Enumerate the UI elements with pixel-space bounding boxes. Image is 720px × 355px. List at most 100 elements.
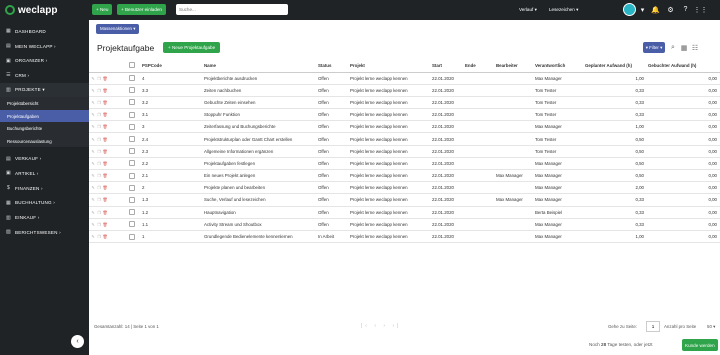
collapse-sidebar-button[interactable]: ‹ xyxy=(71,335,84,348)
header-projekt[interactable]: Projekt xyxy=(349,59,431,73)
delete-icon[interactable]: 🗑 xyxy=(102,137,108,142)
row-checkbox[interactable] xyxy=(129,233,135,240)
select-all-checkbox[interactable] xyxy=(129,62,135,69)
table-row[interactable]: ✎ ❐ 🗑 2.3 Allgemeine Informationen ergänzen O… xyxy=(89,145,720,158)
table-row[interactable]: ✎ ❐ 🗑 1.3 Suche, Verlauf und lesezeichen Offe… xyxy=(89,193,720,207)
cell-projekt[interactable]: Projekt lerne weclapp kennen xyxy=(349,218,431,231)
table-row[interactable]: ✎ ❐ 🗑 2 Projekte planen und bearbeiten Offen P… xyxy=(89,181,720,195)
row-checkbox[interactable] xyxy=(129,209,135,216)
row-checkbox[interactable] xyxy=(129,148,135,155)
global-search-input[interactable] xyxy=(176,4,288,15)
cell-projekt[interactable]: Projekt lerne weclapp kennen xyxy=(349,108,431,122)
table-row[interactable]: ✎ ❐ 🗑 3.2 Gebuchte Zeiten einsehen Offen Proje… xyxy=(89,96,720,110)
cell-projekt[interactable]: Projekt lerne weclapp kennen xyxy=(349,84,431,97)
invite-user-button[interactable]: + Benutzer einladen xyxy=(117,4,166,15)
filter-button[interactable]: ▾ Filter ▾ xyxy=(643,42,665,53)
cell-name[interactable]: Projekte planen und bearbeiten xyxy=(203,181,317,195)
delete-icon[interactable]: 🗑 xyxy=(102,100,108,105)
cell-name[interactable]: Projektberichte ausdrucken xyxy=(203,72,317,85)
sidebar-subitem-projektuebersicht[interactable]: Projektübersicht xyxy=(0,97,89,110)
table-row[interactable]: ✎ ❐ 🗑 2.4 Projektstrukturplan oder Gantt Cha… xyxy=(89,132,720,146)
cell-projekt[interactable]: Projekt lerne weclapp kennen xyxy=(349,96,431,110)
table-row[interactable]: ✎ ❐ 🗑 2.1 Ein neues Projekt anlegen Offen Proj… xyxy=(89,169,720,183)
row-checkbox[interactable] xyxy=(129,87,135,94)
sidebar-subitem-projektaufgaben[interactable]: Projektaufgaben xyxy=(0,109,89,123)
cell-projekt[interactable]: Projekt lerne weclapp kennen xyxy=(349,230,431,244)
help-icon[interactable]: ? xyxy=(680,4,691,15)
sidebar-subitem-ressourcenauslastung[interactable]: Ressourcenauslastung xyxy=(0,134,89,148)
new-project-task-button[interactable]: + Neue Projektaufgabe xyxy=(163,42,221,53)
row-checkbox[interactable] xyxy=(129,111,135,118)
sidebar-item-berichtswesen[interactable]: ▧ BERICHTSWESEN › xyxy=(0,225,89,240)
sidebar-item-verkauf[interactable]: ▤ VERKAUF › xyxy=(0,151,89,166)
delete-icon[interactable]: 🗑 xyxy=(102,210,108,215)
become-customer-button[interactable]: Kunde werden xyxy=(682,339,718,351)
row-checkbox[interactable] xyxy=(129,172,135,179)
cell-projekt[interactable]: Projekt lerne weclapp kennen xyxy=(349,120,431,134)
cell-name[interactable]: Stoppuhr Funktion xyxy=(203,108,317,122)
cell-projekt[interactable]: Projekt lerne weclapp kennen xyxy=(349,72,431,85)
row-checkbox[interactable] xyxy=(129,75,135,82)
columns-icon[interactable]: ☷ xyxy=(690,42,700,53)
cell-projekt[interactable]: Projekt lerne weclapp kennen xyxy=(349,145,431,158)
sidebar-item-organizer[interactable]: ▣ ORGANIZER › xyxy=(0,53,89,68)
cell-name[interactable]: Gebuchte Zeiten einsehen xyxy=(203,96,317,110)
table-row[interactable]: ✎ ❐ 🗑 4 Projektberichte ausdrucken Offen Proje… xyxy=(89,72,720,85)
cell-name[interactable]: Projektaufgaben festlegen xyxy=(203,157,317,171)
cell-projekt[interactable]: Projekt lerne weclapp kennen xyxy=(349,181,431,195)
sidebar-item-projekte[interactable]: ▥ PROJEKTE ▾ xyxy=(0,82,89,98)
delete-icon[interactable]: 🗑 xyxy=(102,149,108,154)
delete-icon[interactable]: 🗑 xyxy=(102,161,108,166)
header-status[interactable]: Status xyxy=(317,59,349,73)
header-verantwortlich[interactable]: Verantwortlich xyxy=(534,59,584,73)
chevron-down-icon[interactable]: ▾ xyxy=(637,4,648,15)
row-checkbox[interactable] xyxy=(129,123,135,130)
history-dropdown[interactable]: Verlauf ▾ xyxy=(519,4,537,15)
delete-icon[interactable]: 🗑 xyxy=(102,222,108,227)
sidebar-item-mein-weclapp[interactable]: ▤ MEIN WECLAPP › xyxy=(0,39,89,54)
delete-icon[interactable]: 🗑 xyxy=(102,124,108,129)
row-checkbox[interactable] xyxy=(129,196,135,203)
sidebar-item-dashboard[interactable]: ▦ DASHBOARD xyxy=(0,24,89,39)
cell-name[interactable]: Allgemeine Informationen ergänzen xyxy=(203,145,317,158)
sidebar-subitem-buchungsberichte[interactable]: Buchungsberichte xyxy=(0,122,89,135)
header-start[interactable]: Start xyxy=(431,59,464,73)
header-select-all[interactable] xyxy=(128,59,141,73)
cell-name[interactable]: Activity Stream und Shoutbox xyxy=(203,218,317,231)
header-name[interactable]: Name xyxy=(203,59,317,73)
row-checkbox[interactable] xyxy=(129,221,135,228)
sidebar-item-einkauf[interactable]: ▥ EINKAUF › xyxy=(0,210,89,225)
per-page-select[interactable]: 50 ▾ xyxy=(707,324,715,330)
cell-projekt[interactable]: Projekt lerne weclapp kennen xyxy=(349,193,431,207)
search-icon[interactable]: ⌕ xyxy=(668,42,678,53)
cell-projekt[interactable]: Projekt lerne weclapp kennen xyxy=(349,157,431,171)
cell-name[interactable]: Projektstrukturplan oder Gantt Chart ers… xyxy=(203,132,317,146)
delete-icon[interactable]: 🗑 xyxy=(102,234,108,239)
table-row[interactable]: ✎ ❐ 🗑 3.3 Zeiten nachbuchen Offen Projekt lern… xyxy=(89,84,720,97)
mass-actions-dropdown[interactable]: Massenaktionen ▾ xyxy=(96,24,140,34)
row-checkbox[interactable] xyxy=(129,99,135,106)
delete-icon[interactable]: 🗑 xyxy=(102,197,108,202)
delete-icon[interactable]: 🗑 xyxy=(102,112,108,117)
cell-name[interactable]: Suche, Verlauf und lesezeichen xyxy=(203,193,317,207)
apps-grid-icon[interactable]: ⋮⋮ xyxy=(694,4,708,15)
delete-icon[interactable]: 🗑 xyxy=(102,88,108,93)
delete-icon[interactable]: 🗑 xyxy=(102,76,108,81)
sidebar-item-buchhaltung[interactable]: ▦ BUCHHALTUNG › xyxy=(0,196,89,211)
cell-projekt[interactable]: Projekt lerne weclapp kennen xyxy=(349,169,431,183)
table-row[interactable]: ✎ ❐ 🗑 3.1 Stoppuhr Funktion Offen Projekt lern… xyxy=(89,108,720,122)
cell-name[interactable]: Hauptnavigation xyxy=(203,206,317,219)
user-avatar[interactable] xyxy=(623,3,636,16)
row-checkbox[interactable] xyxy=(129,184,135,191)
bell-icon[interactable]: 🔔 xyxy=(650,4,661,15)
sidebar-item-finanzen[interactable]: $ FINANZEN › xyxy=(0,181,89,196)
sidebar-item-crm[interactable]: ☰ CRM › xyxy=(0,68,89,83)
table-row[interactable]: ✎ ❐ 🗑 1.1 Activity Stream und Shoutbox Offen P… xyxy=(89,218,720,231)
table-row[interactable]: ✎ ❐ 🗑 1.2 Hauptnavigation Offen Projekt lerne … xyxy=(89,206,720,219)
row-checkbox[interactable] xyxy=(129,160,135,167)
cell-name[interactable]: Ein neues Projekt anlegen xyxy=(203,169,317,183)
table-row[interactable]: ✎ ❐ 🗑 3 Zeiterfassung und Buchungsberichte Of… xyxy=(89,120,720,134)
delete-icon[interactable]: 🗑 xyxy=(102,173,108,178)
header-pspcode[interactable]: PSPCode xyxy=(141,59,203,73)
pagination-controls[interactable]: |‹ ‹ › ›| xyxy=(361,323,401,329)
